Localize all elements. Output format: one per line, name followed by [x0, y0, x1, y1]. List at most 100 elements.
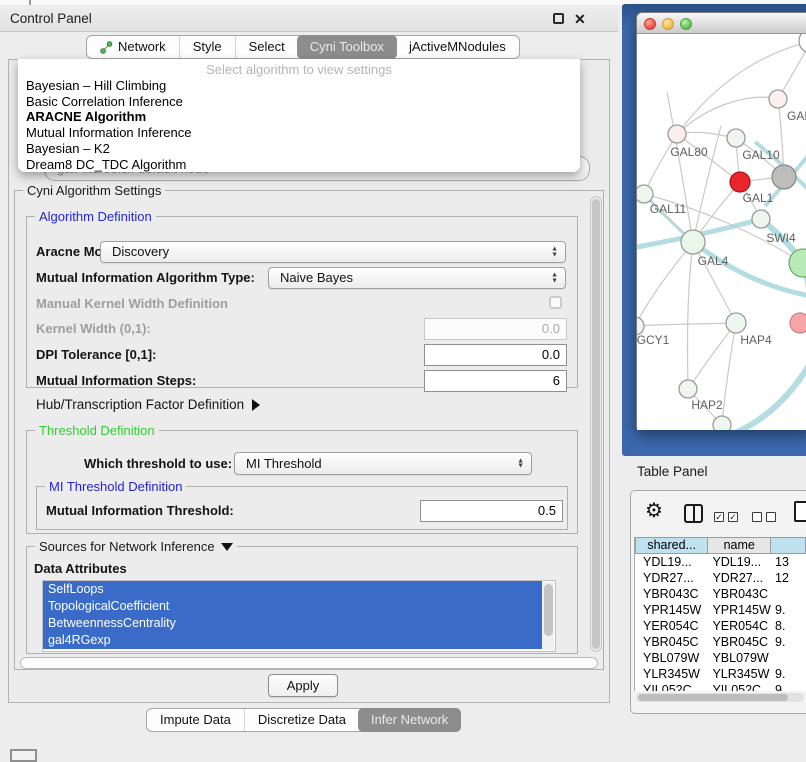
tab-discretize-data[interactable]: Discretize Data — [244, 709, 359, 731]
table-cell: 12 — [771, 570, 806, 586]
data-attributes-list: SelfLoopsTopologicalCoefficientBetweenne… — [43, 581, 555, 649]
table-row[interactable]: YLR345WYLR345W9. — [635, 666, 806, 682]
zoom-traffic-icon[interactable] — [680, 18, 692, 30]
network-node-gal1[interactable] — [730, 172, 750, 192]
network-window[interactable]: GALGAL80GAL10GAL1GAL11SWI4GAL4GCY1HAP4YH… — [636, 12, 806, 430]
tab-cyni-toolbox[interactable]: Cyni Toolbox — [297, 35, 397, 59]
algorithm-option[interactable]: Dream8 DC_TDC Algorithm — [18, 157, 580, 172]
hub-definition-toggle[interactable]: Hub/Transcription Factor Definition — [36, 396, 260, 414]
tab-jactivemnodules[interactable]: jActiveMNodules — [396, 36, 519, 58]
network-node-gal[interactable] — [769, 90, 787, 108]
table-cell: YBR043C — [635, 586, 708, 602]
export-table-icon[interactable] — [794, 501, 806, 522]
algorithm-option[interactable]: Bayesian – K2 — [18, 141, 580, 157]
network-node[interactable] — [713, 416, 731, 430]
attributes-scrollbar[interactable] — [542, 582, 554, 650]
table-horizontal-scrollbar[interactable] — [636, 693, 804, 702]
network-canvas[interactable]: GALGAL80GAL10GAL1GAL11SWI4GAL4GCY1HAP4YH… — [637, 34, 806, 430]
network-node-y[interactable] — [790, 313, 806, 333]
kernel-width-field[interactable]: 0.0 — [424, 318, 567, 340]
table-row[interactable]: YPR145WYPR145W9. — [635, 602, 806, 618]
network-edge[interactable] — [637, 242, 693, 326]
attribute-item[interactable]: SelfLoops — [43, 581, 542, 598]
algorithm-option[interactable]: ARACNE Algorithm — [18, 109, 580, 125]
tab-label: Style — [193, 36, 222, 58]
algorithm-option[interactable]: Basic Correlation Inference — [18, 94, 580, 110]
which-threshold-select[interactable]: MI Threshold ▲▼ — [234, 452, 532, 475]
tab-select[interactable]: Select — [235, 36, 298, 58]
tab-impute-data[interactable]: Impute Data — [147, 709, 244, 731]
table-row[interactable]: YIL052CYIL052C9 — [635, 682, 806, 691]
manual-kernel-checkbox[interactable] — [549, 296, 562, 309]
algorithm-option[interactable]: Bayesian – Hill Climbing — [18, 78, 580, 94]
network-edge-thick[interactable] — [735, 362, 806, 430]
table-cell — [771, 586, 806, 602]
column-header[interactable]: shared... — [635, 537, 708, 554]
minimize-traffic-icon[interactable] — [662, 18, 674, 30]
table-row[interactable]: YER054CYER054C8. — [635, 618, 806, 634]
network-node-gal80[interactable] — [668, 125, 686, 143]
tab-style[interactable]: Style — [179, 36, 235, 58]
network-node-hap2[interactable] — [679, 380, 697, 398]
network-node-hap4[interactable] — [726, 313, 746, 333]
tab-network[interactable]: Network — [87, 36, 179, 58]
network-node-gal11[interactable] — [637, 185, 653, 203]
tab-label: Discretize Data — [258, 709, 346, 731]
algorithm-option[interactable]: Mutual Information Inference — [18, 125, 580, 141]
table-row[interactable]: YBR045CYBR045C9. — [635, 634, 806, 650]
table-cell: YIL052C — [635, 682, 708, 691]
float-icon[interactable] — [553, 13, 564, 24]
dpi-tolerance-field[interactable]: 0.0 — [424, 344, 567, 366]
attribute-item[interactable]: TopologicalCoefficient — [43, 598, 542, 615]
tab-infer-network[interactable]: Infer Network — [358, 708, 461, 732]
node-label: SWI4 — [766, 231, 796, 245]
network-window-titlebar[interactable] — [637, 13, 806, 34]
network-edge-thick[interactable] — [693, 242, 806, 296]
mi-threshold-legend: MI Threshold Definition — [45, 479, 186, 494]
scrollbar-thumb[interactable] — [544, 584, 553, 636]
sources-legend[interactable]: Sources for Network Inference — [35, 539, 237, 554]
mi-type-select[interactable]: Naive Bayes ▲▼ — [268, 267, 566, 289]
table-row[interactable]: YBR043CYBR043C — [635, 586, 806, 602]
split-columns-icon[interactable] — [684, 504, 703, 523]
tab-label: Network — [118, 36, 166, 58]
network-node[interactable] — [799, 34, 806, 53]
mi-threshold-value: 0.5 — [538, 503, 556, 518]
table-row[interactable]: YDL19...YDL19...13 — [635, 554, 806, 570]
close-traffic-icon[interactable] — [644, 18, 656, 30]
deselect-all-columns-icon[interactable] — [752, 512, 776, 522]
network-edge[interactable] — [693, 126, 721, 242]
network-node-gal4[interactable] — [681, 230, 705, 254]
attribute-item[interactable]: gal4RGexp — [43, 632, 542, 649]
network-edge[interactable] — [637, 323, 736, 326]
minimized-widget[interactable] — [10, 749, 37, 762]
apply-button[interactable]: Apply — [268, 674, 338, 697]
network-node[interactable] — [789, 249, 806, 277]
select-all-columns-icon[interactable]: ✓ ✓ — [714, 512, 738, 522]
scrollbar-thumb[interactable] — [638, 694, 788, 701]
mi-threshold-field[interactable]: 0.5 — [420, 500, 563, 522]
network-edge[interactable] — [688, 242, 693, 389]
mi-steps-value: 6 — [553, 373, 560, 388]
network-edge[interactable] — [778, 41, 806, 99]
gear-icon[interactable]: ⚙ — [645, 500, 663, 522]
attribute-item[interactable]: BetweennessCentrality — [43, 615, 542, 632]
column-header[interactable] — [771, 537, 806, 554]
settings-horizontal-scrollbar[interactable] — [20, 657, 598, 669]
network-node[interactable] — [772, 165, 796, 189]
column-header[interactable]: name — [708, 537, 771, 554]
table-cell: 13 — [771, 554, 806, 570]
table-row[interactable]: YBL079WYBL079W — [635, 650, 806, 666]
close-icon[interactable]: ✕ — [574, 10, 586, 28]
table-row[interactable]: YDR27...YDR27...12 — [635, 570, 806, 586]
settings-vertical-scrollbar[interactable] — [590, 196, 602, 652]
network-edge[interactable] — [644, 134, 677, 194]
scrollbar-thumb[interactable] — [592, 199, 600, 649]
network-edge[interactable] — [688, 323, 736, 389]
table-cell: 9. — [771, 666, 806, 682]
table-cell: YBR043C — [708, 586, 771, 602]
mi-steps-field[interactable]: 6 — [424, 370, 567, 392]
network-node-swi4[interactable] — [752, 210, 770, 228]
aracne-mode-select[interactable]: Discovery ▲▼ — [100, 241, 566, 263]
network-node-gal10[interactable] — [727, 129, 745, 147]
